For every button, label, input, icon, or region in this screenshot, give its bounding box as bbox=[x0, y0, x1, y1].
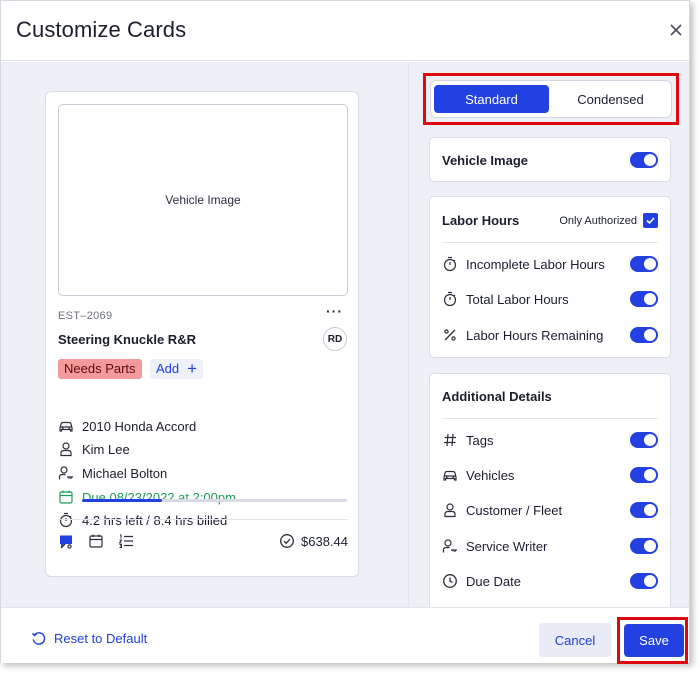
dialog-header: Customize Cards bbox=[1, 1, 689, 61]
numbered-list-icon[interactable] bbox=[118, 533, 134, 549]
tag-needs-parts: Needs Parts bbox=[58, 359, 142, 379]
total-labor-hours-label: Total Labor Hours bbox=[466, 291, 569, 307]
cancel-button[interactable]: Cancel bbox=[539, 623, 611, 657]
divider bbox=[442, 242, 658, 243]
reset-label: Reset to Default bbox=[54, 631, 148, 646]
total-labor-hours-row: Total Labor Hours bbox=[442, 289, 658, 309]
additional-details-heading: Additional Details bbox=[442, 389, 552, 404]
divider bbox=[442, 418, 658, 419]
calendar-icon bbox=[59, 490, 73, 504]
due-date-text: Due 08/23/2022 at 2:00pm bbox=[82, 489, 236, 505]
total-labor-hours-toggle[interactable] bbox=[630, 291, 658, 307]
plus-icon: + bbox=[187, 359, 198, 378]
add-tag-button[interactable]: Add + bbox=[150, 359, 204, 379]
service-writer-toggle[interactable] bbox=[630, 538, 658, 554]
labor-progress-bar bbox=[82, 499, 347, 502]
additional-details-panel: Additional Details Tags Vehicles Custome… bbox=[429, 373, 671, 607]
customize-cards-dialog: Customize Cards Vehicle Image EST–2069 ·… bbox=[0, 0, 690, 664]
reset-to-default-button[interactable]: Reset to Default bbox=[31, 631, 147, 646]
settings-pane: Standard Condensed Vehicle Image Labor H… bbox=[408, 62, 689, 607]
vehicle-text: 2010 Honda Accord bbox=[82, 418, 197, 434]
estimate-id: EST–2069 bbox=[58, 310, 113, 322]
card-preview-pane: Vehicle Image EST–2069 ··· Steering Knuc… bbox=[1, 62, 408, 607]
incomplete-labor-hours-label: Incomplete Labor Hours bbox=[466, 256, 605, 272]
save-button[interactable]: Save bbox=[624, 624, 684, 657]
tags-label: Tags bbox=[466, 432, 494, 448]
amount-text: $638.44 bbox=[301, 533, 348, 549]
customer-fleet-row: Customer / Fleet bbox=[442, 500, 658, 520]
labor-hours-remaining-row: Labor Hours Remaining bbox=[442, 325, 658, 345]
clock-icon bbox=[443, 574, 457, 588]
standard-view-button[interactable]: Standard bbox=[434, 85, 549, 113]
dialog-footer: Reset to Default Cancel Save bbox=[1, 607, 689, 664]
due-date-detail: Due 08/23/2022 at 2:00pm bbox=[58, 488, 236, 506]
incomplete-labor-hours-row: Incomplete Labor Hours bbox=[442, 254, 658, 274]
vehicles-label: Vehicles bbox=[466, 467, 515, 483]
reset-icon bbox=[31, 632, 46, 645]
service-writer-text: Michael Bolton bbox=[82, 465, 168, 481]
percent-icon bbox=[444, 329, 456, 341]
vehicle-image-toggle[interactable] bbox=[630, 152, 658, 168]
preview-card: Vehicle Image EST–2069 ··· Steering Knuc… bbox=[45, 91, 359, 577]
card-footer-icons bbox=[58, 533, 134, 549]
due-date-label: Due Date bbox=[466, 573, 521, 589]
stopwatch-icon bbox=[443, 291, 457, 307]
person-icon bbox=[60, 442, 72, 457]
service-writer-detail: Michael Bolton bbox=[58, 464, 167, 482]
tags-toggle[interactable] bbox=[630, 432, 658, 448]
labor-hours-remaining-toggle[interactable] bbox=[630, 327, 658, 343]
car-icon bbox=[443, 470, 457, 481]
stopwatch-icon bbox=[443, 256, 457, 272]
condensed-view-button[interactable]: Condensed bbox=[553, 85, 668, 113]
car-icon bbox=[59, 421, 73, 432]
invoice-amount: $638.44 bbox=[279, 533, 348, 549]
vehicles-row: Vehicles bbox=[442, 465, 658, 485]
labor-progress-fill bbox=[82, 499, 162, 502]
due-date-row: Due Date bbox=[442, 571, 658, 591]
view-toggle: Standard Condensed bbox=[430, 80, 672, 118]
tags-row: Tags bbox=[442, 430, 658, 450]
card-menu-icon[interactable]: ··· bbox=[326, 303, 343, 319]
calendar-icon[interactable] bbox=[88, 533, 104, 549]
customer-fleet-toggle[interactable] bbox=[630, 502, 658, 518]
customer-text: Kim Lee bbox=[82, 441, 130, 457]
dialog-title: Customize Cards bbox=[16, 17, 187, 42]
job-title: Steering Knuckle R&R bbox=[58, 332, 196, 347]
vehicle-image-row: Vehicle Image bbox=[442, 150, 658, 170]
vehicle-image-label: Vehicle Image bbox=[442, 152, 528, 168]
person-key-icon bbox=[442, 539, 457, 553]
checkmark-icon bbox=[646, 217, 655, 225]
labor-hours-remaining-label: Labor Hours Remaining bbox=[466, 327, 604, 343]
vehicle-detail: 2010 Honda Accord bbox=[58, 417, 196, 435]
add-tag-label: Add bbox=[156, 361, 180, 376]
only-authorized-label: Only Authorized bbox=[559, 214, 637, 227]
avatar[interactable]: RD bbox=[323, 327, 347, 351]
card-footer: $638.44 bbox=[58, 519, 348, 563]
labor-hours-panel: Labor Hours Only Authorized Incomplete L… bbox=[429, 196, 671, 358]
customer-fleet-label: Customer / Fleet bbox=[466, 502, 563, 518]
check-circle-icon bbox=[280, 534, 294, 548]
vehicle-image-placeholder: Vehicle Image bbox=[58, 104, 348, 296]
person-icon bbox=[444, 503, 456, 518]
incomplete-labor-hours-toggle[interactable] bbox=[630, 256, 658, 272]
vehicle-image-panel: Vehicle Image bbox=[429, 137, 671, 182]
chat-icon[interactable] bbox=[58, 533, 74, 549]
customer-detail: Kim Lee bbox=[58, 440, 130, 458]
vehicles-toggle[interactable] bbox=[630, 467, 658, 483]
due-date-toggle[interactable] bbox=[630, 573, 658, 589]
close-icon[interactable] bbox=[666, 20, 686, 40]
only-authorized-option: Only Authorized bbox=[559, 213, 658, 228]
service-writer-label: Service Writer bbox=[466, 538, 548, 554]
service-writer-row: Service Writer bbox=[442, 536, 658, 556]
hash-icon bbox=[444, 433, 456, 447]
labor-hours-heading: Labor Hours bbox=[442, 213, 520, 228]
person-key-icon bbox=[58, 466, 73, 480]
only-authorized-checkbox[interactable] bbox=[643, 213, 658, 228]
